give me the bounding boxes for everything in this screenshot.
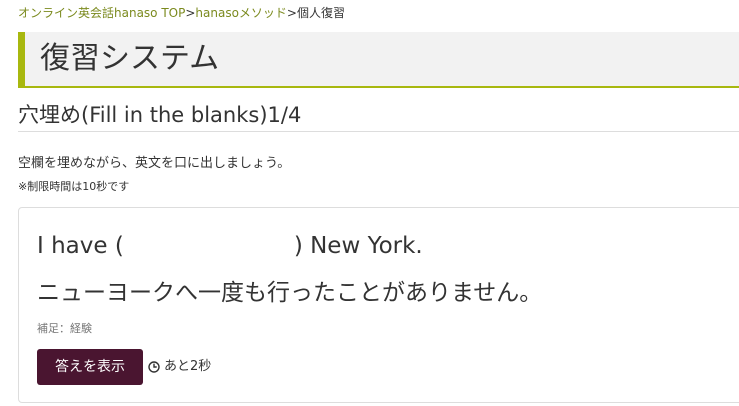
instruction-text: 空欄を埋めながら、英文を口に出しましょう。 xyxy=(18,156,291,171)
show-answer-button[interactable]: 答えを表示 xyxy=(37,349,143,385)
breadcrumb-separator: > xyxy=(185,6,196,20)
english-sentence: I have ( ) New York. xyxy=(37,231,423,261)
breadcrumb: オンライン英会話hanaso TOP>hanasoメソッド>個人復習 xyxy=(18,5,345,21)
english-before-blank: I have ( xyxy=(37,233,124,259)
clock-icon xyxy=(148,361,160,373)
breadcrumb-link-method[interactable]: hanasoメソッド xyxy=(195,6,287,20)
breadcrumb-current: 個人復習 xyxy=(296,6,345,20)
english-after-blank: ) New York. xyxy=(293,233,423,259)
timer-text: あと2秒 xyxy=(164,359,212,374)
page-title-bar: 復習システム xyxy=(18,32,739,88)
time-limit-note: ※制限時間は10秒です xyxy=(18,180,130,193)
breadcrumb-link-top[interactable]: オンライン英会話hanaso TOP xyxy=(18,6,185,20)
breadcrumb-separator: > xyxy=(286,6,297,20)
section-header: 穴埋め(Fill in the blanks)1/4 xyxy=(18,101,739,132)
hint-text: 補足：経験 xyxy=(37,322,92,335)
page-title: 復習システム xyxy=(40,41,220,76)
countdown-timer: あと2秒 xyxy=(148,358,211,376)
japanese-sentence: ニューヨークへ一度も行ったことがありません。 xyxy=(37,280,543,306)
question-card: I have ( ) New York. ニューヨークへ一度も行ったことがありませ… xyxy=(18,207,739,403)
section-title: 穴埋め(Fill in the blanks)1/4 xyxy=(18,103,302,127)
